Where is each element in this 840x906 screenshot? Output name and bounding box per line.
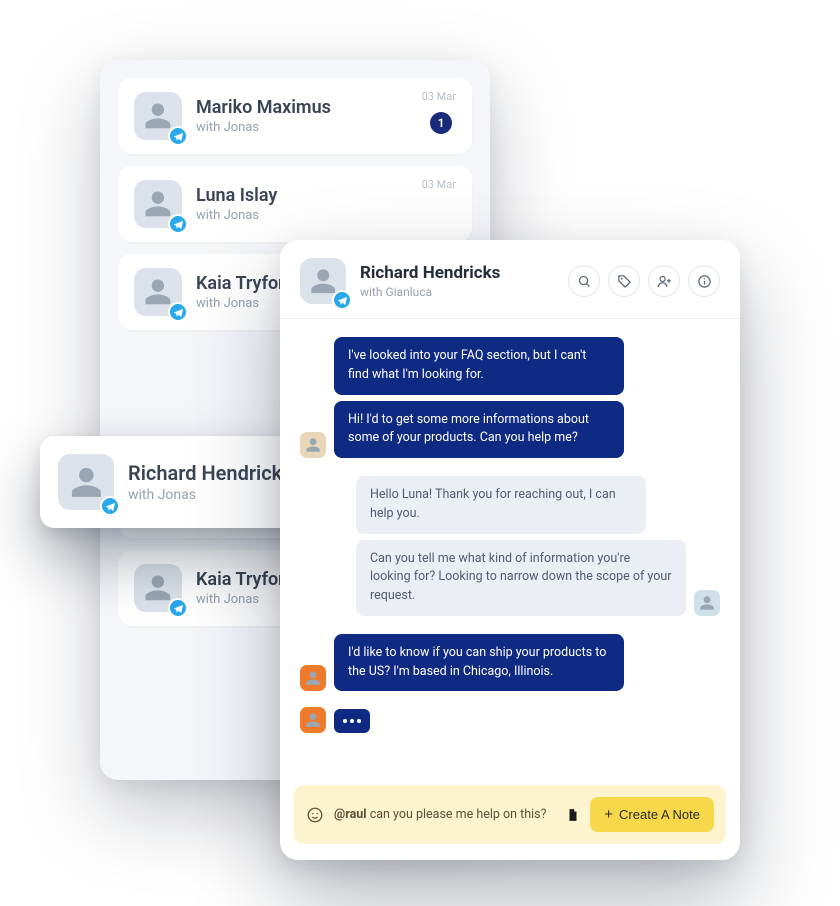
chat-assignee: with Gianluca (360, 285, 554, 299)
telegram-icon (168, 126, 188, 146)
conversation-date: 03 Mar (422, 178, 456, 191)
message-bubble-incoming: Hi! I'd to get some more informations ab… (334, 401, 624, 459)
search-button[interactable] (568, 265, 600, 297)
message-row-typing (300, 707, 720, 733)
conversation-item[interactable]: Luna Islay with Jonas 03 Mar (118, 166, 472, 242)
telegram-icon (168, 214, 188, 234)
message-avatar (300, 432, 326, 458)
conversation-date: 03 Mar (422, 90, 456, 103)
search-icon (577, 274, 592, 289)
message-bubble-incoming: I'd like to know if you can ship your pr… (334, 634, 624, 692)
chat-body: I've looked into your FAQ section, but I… (280, 319, 740, 773)
document-icon[interactable] (566, 807, 580, 823)
message-row-incoming: I've looked into your FAQ section, but I… (300, 337, 720, 458)
chat-contact-name: Richard Hendricks (360, 263, 554, 283)
plus-icon: + (604, 807, 613, 822)
note-draft-text[interactable]: @raul can you please me help on this? (334, 807, 556, 822)
telegram-icon (332, 290, 352, 310)
message-avatar (694, 590, 720, 616)
note-composer[interactable]: @raul can you please me help on this? + … (294, 785, 726, 844)
add-user-button[interactable] (648, 265, 680, 297)
telegram-icon (168, 302, 188, 322)
avatar (134, 92, 182, 140)
tag-button[interactable] (608, 265, 640, 297)
message-row-incoming: I'd like to know if you can ship your pr… (300, 634, 720, 692)
conversation-sub: with Jonas (196, 120, 456, 135)
message-bubble-outgoing: Hello Luna! Thank you for reaching out, … (356, 476, 646, 534)
message-bubble-incoming: I've looked into your FAQ section, but I… (334, 337, 624, 395)
avatar (58, 454, 114, 510)
tag-icon (617, 274, 632, 289)
message-avatar (300, 665, 326, 691)
create-note-label: Create A Note (619, 807, 700, 822)
unread-badge: 1 (430, 112, 452, 134)
conversation-name: Mariko Maximus (196, 97, 456, 118)
emoji-icon[interactable] (306, 806, 324, 824)
avatar (134, 564, 182, 612)
info-button[interactable] (688, 265, 720, 297)
avatar (300, 258, 346, 304)
message-avatar (300, 707, 326, 733)
conversation-sub: with Jonas (196, 208, 456, 223)
telegram-icon (168, 598, 188, 618)
typing-indicator (334, 709, 370, 733)
message-bubble-outgoing: Can you tell me what kind of information… (356, 540, 686, 616)
avatar (134, 268, 182, 316)
create-note-button[interactable]: + Create A Note (590, 797, 714, 832)
avatar (134, 180, 182, 228)
chat-panel: Richard Hendricks with Gianluca I've loo… (280, 240, 740, 860)
chat-actions (568, 265, 720, 297)
telegram-icon (100, 496, 120, 516)
chat-header: Richard Hendricks with Gianluca (280, 240, 740, 319)
user-plus-icon (657, 274, 672, 289)
conversation-item[interactable]: Mariko Maximus with Jonas 03 Mar 1 (118, 78, 472, 154)
info-icon (697, 274, 712, 289)
conversation-name: Luna Islay (196, 185, 456, 206)
message-row-outgoing: Hello Luna! Thank you for reaching out, … (300, 476, 720, 616)
